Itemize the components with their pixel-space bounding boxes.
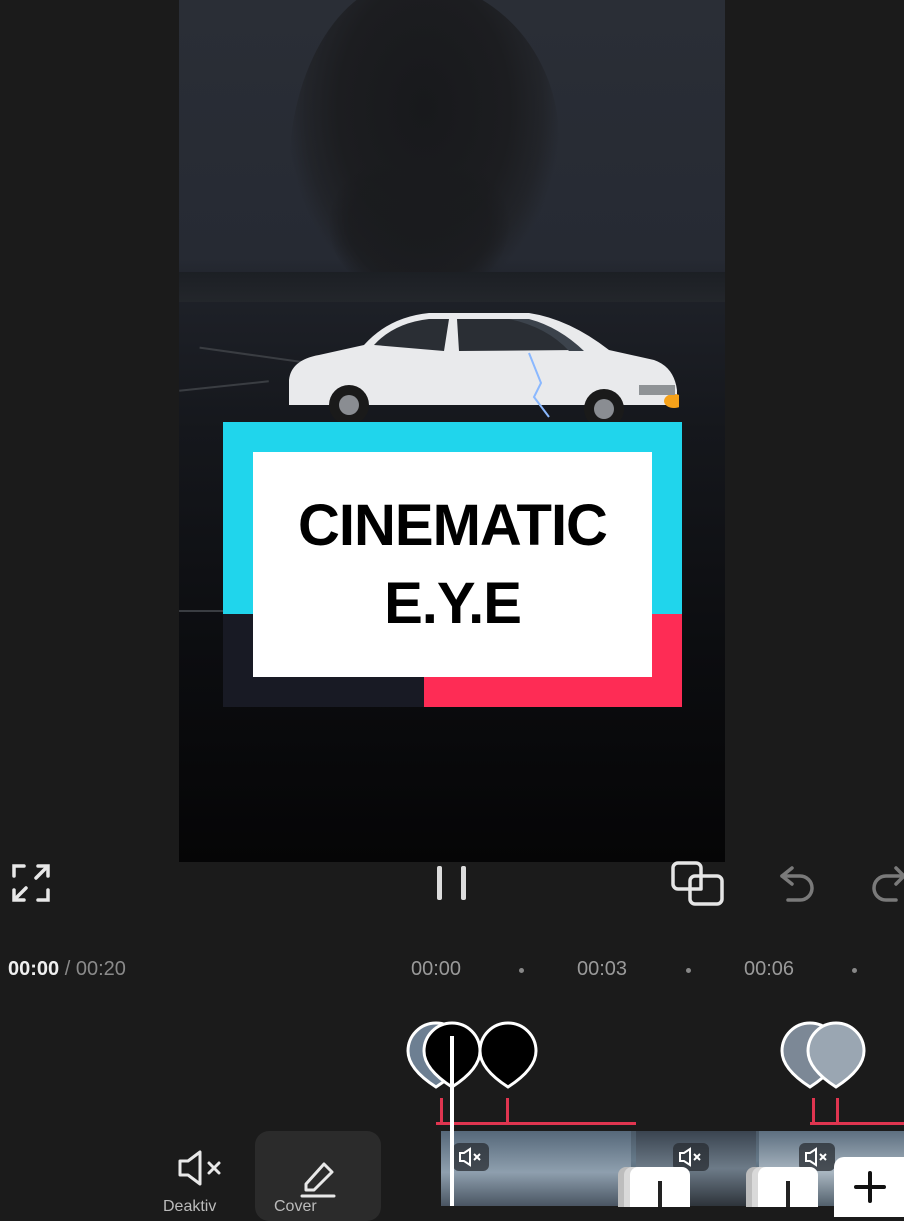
fullscreen-icon[interactable] bbox=[10, 862, 52, 904]
pause-icon[interactable] bbox=[434, 864, 470, 902]
undo-icon[interactable] bbox=[778, 862, 818, 904]
timecode: 00:00 / 00:20 bbox=[8, 958, 126, 981]
total-time: 00:20 bbox=[75, 958, 126, 980]
overlay-pin[interactable] bbox=[804, 1019, 868, 1089]
edit-pencil-icon bbox=[300, 1162, 336, 1198]
horizon bbox=[179, 272, 725, 302]
video-preview[interactable]: CINEMATIC E.Y.E bbox=[179, 0, 725, 862]
mute-clip-icon[interactable] bbox=[176, 1148, 224, 1188]
clip-mute-badge bbox=[453, 1143, 489, 1171]
car-image bbox=[289, 313, 679, 425]
ruler-dot bbox=[686, 968, 691, 973]
overlay-pin[interactable] bbox=[476, 1019, 540, 1089]
time-separator: / bbox=[59, 958, 76, 980]
redo-icon[interactable] bbox=[866, 862, 904, 904]
ruler-tick-label: 00:06 bbox=[744, 958, 795, 980]
overlay-track-tick bbox=[440, 1098, 443, 1124]
overlay-track-line bbox=[436, 1122, 636, 1125]
ruler-dot bbox=[519, 968, 524, 973]
logo-text-box: CINEMATIC E.Y.E bbox=[253, 452, 652, 677]
ruler-tick-label: 00:00 bbox=[411, 958, 462, 980]
current-time: 00:00 bbox=[8, 958, 60, 980]
transition-handle[interactable] bbox=[758, 1167, 818, 1207]
overlay-track-tick bbox=[812, 1098, 815, 1124]
playhead[interactable] bbox=[450, 1036, 454, 1206]
mute-icon bbox=[679, 1147, 701, 1167]
mute-clip-label: Deaktiv bbox=[163, 1198, 217, 1215]
ruler-dot bbox=[852, 968, 857, 973]
transition-handle[interactable] bbox=[630, 1167, 690, 1207]
ruler-tick-label: 00:03 bbox=[577, 958, 628, 980]
overlay-track-line bbox=[810, 1122, 904, 1125]
plus-icon bbox=[854, 1171, 886, 1203]
overlay-track-tick bbox=[506, 1098, 509, 1124]
mute-icon bbox=[805, 1147, 827, 1167]
parking-line bbox=[179, 380, 269, 392]
logo-line-1: CINEMATIC bbox=[298, 492, 608, 558]
overlay-track-tick bbox=[836, 1098, 839, 1124]
cover-label: Cover bbox=[274, 1198, 317, 1215]
logo-line-2: E.Y.E bbox=[384, 570, 522, 636]
tiktok-style-logo: CINEMATIC E.Y.E bbox=[223, 422, 682, 707]
mute-icon bbox=[459, 1147, 481, 1167]
keyframe-icon[interactable] bbox=[670, 858, 726, 908]
add-clip-button[interactable] bbox=[834, 1157, 904, 1217]
